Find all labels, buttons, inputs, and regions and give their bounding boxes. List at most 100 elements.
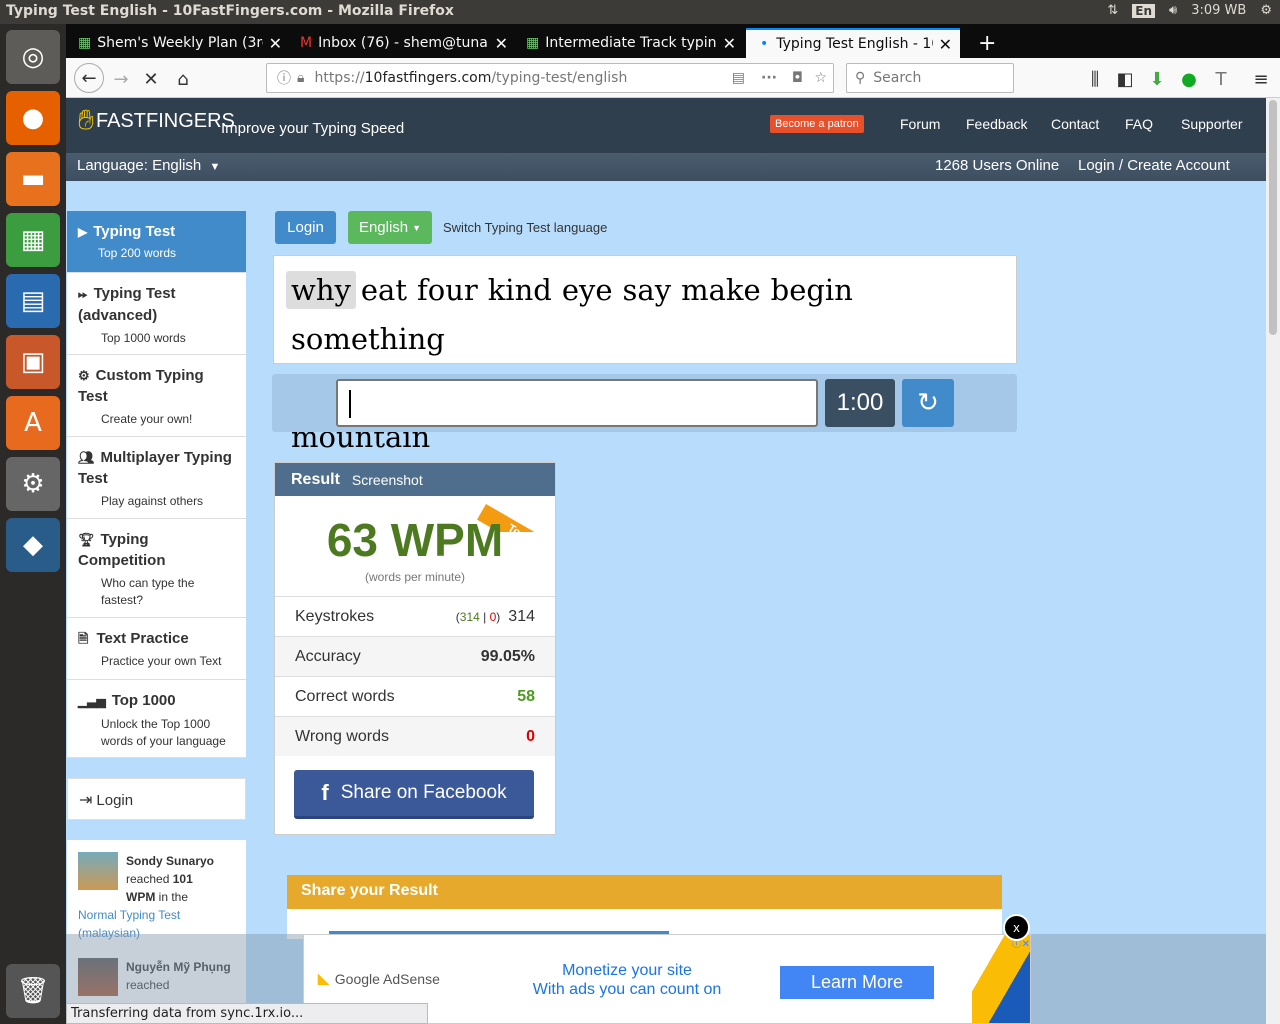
close-tab-icon[interactable]: ✕ [723, 34, 736, 53]
page-actions-icon[interactable]: ··· [761, 70, 777, 86]
firefox-icon[interactable]: ● [6, 91, 60, 145]
learn-more-button[interactable]: Learn More [780, 966, 934, 999]
word: begin [770, 273, 853, 307]
language-select[interactable]: Language: English ▼ [77, 157, 220, 174]
word: say [622, 273, 672, 307]
bookmark-star-icon[interactable]: ☆ [814, 70, 827, 86]
network-icon[interactable]: ⇅ [1107, 3, 1118, 18]
sidebar-login[interactable]: ⇥ Login [67, 778, 246, 820]
close-tab-icon[interactable]: ✕ [939, 35, 952, 54]
sheets-icon: ▦ [78, 35, 92, 51]
nav-faq[interactable]: FAQ [1125, 116, 1153, 132]
result-tab[interactable]: Result [291, 471, 340, 489]
trash-icon[interactable]: 🗑︎ [6, 964, 60, 1018]
stop-icon[interactable]: ✕ [138, 66, 164, 92]
system-settings-icon[interactable]: ⚙ [6, 457, 60, 511]
back-icon[interactable]: ← [74, 63, 104, 93]
pocket-icon[interactable]: ◘ [792, 70, 803, 86]
url-bar[interactable]: ⓘ 🔒︎ https://10fastfingers.com/typing-te… [266, 63, 834, 93]
workspaces-icon[interactable]: ◆ [6, 518, 60, 572]
word-display: whyeatfourkindeyesaymakebeginsomethingco… [273, 255, 1017, 454]
share-facebook-button[interactable]: f Share on Facebook [294, 770, 534, 819]
trophy-icon: 🏆︎ [78, 532, 95, 547]
result-header: Result Screenshot [275, 463, 555, 496]
system-top-bar: Typing Test English - 10FastFingers.com … [0, 0, 1280, 24]
sidebar-item-typing-test-advanced[interactable]: ⏩︎ Typing Test (advanced) Top 1000 words [67, 273, 246, 355]
sub-header: Language: English ▼ 1268 Users Online Lo… [66, 153, 1266, 181]
download-icon[interactable]: ⬇ [1144, 66, 1170, 92]
tab-intermediate-track[interactable]: ▦ Intermediate Track typin ✕ [518, 28, 744, 58]
become-patron-button[interactable]: Become a patron [770, 115, 864, 133]
home-icon[interactable]: ⌂ [170, 66, 196, 92]
close-ad-button[interactable]: x [1003, 914, 1030, 941]
tab-weekly-plan[interactable]: ▦ Shem's Weekly Plan (3rd ✕ [70, 28, 290, 58]
ubuntu-dash-icon[interactable]: ◎ [6, 30, 60, 84]
nav-forum[interactable]: Forum [900, 116, 940, 132]
login-link[interactable]: Login [1078, 157, 1115, 174]
chevron-down-icon: ▼ [209, 161, 221, 173]
create-account-link[interactable]: Create Account [1127, 157, 1230, 174]
settings-gear-icon[interactable]: ⚙ [1260, 3, 1272, 18]
word: four [417, 273, 478, 307]
sidebar-item-multiplayer[interactable]: 👥︎ Multiplayer Typing Test Play against o… [67, 437, 246, 519]
avatar[interactable] [78, 852, 118, 890]
reader-view-icon[interactable]: ▤ [732, 70, 745, 86]
play-icon: ▶ [78, 225, 88, 239]
sidebar-icon[interactable]: ◧ [1112, 66, 1138, 92]
page-scrollbar[interactable] [1266, 98, 1280, 1024]
forward-icon[interactable]: → [108, 66, 134, 92]
users-online: 1268 Users Online [935, 157, 1060, 174]
sidebar-item-typing-test[interactable]: ▶ Typing Test Top 200 words [67, 211, 246, 273]
writer-icon[interactable]: ▤ [6, 274, 60, 328]
software-center-icon[interactable]: A [6, 396, 60, 450]
clock[interactable]: 3:09 WB [1191, 3, 1246, 18]
impress-icon[interactable]: ▣ [6, 335, 60, 389]
sidebar-item-top-1000[interactable]: ▁▃▅ Top 1000 Unlock the Top 1000 words of… [67, 680, 246, 758]
grammarly-icon[interactable]: ● [1176, 66, 1202, 92]
wpm-caption: (words per minute) [364, 570, 466, 584]
wrong-words-row: Wrong words 0 [275, 716, 555, 756]
close-tab-icon[interactable]: ✕ [495, 34, 508, 53]
sheets-icon: ▦ [526, 35, 540, 51]
nav-supporter[interactable]: Supporter [1181, 116, 1242, 132]
screenshot-tab[interactable]: Screenshot [352, 472, 423, 488]
gears-icon: ⚙ [78, 368, 90, 383]
translate-icon[interactable]: T [1208, 66, 1234, 92]
close-tab-icon[interactable]: ✕ [269, 34, 282, 53]
switch-language-text[interactable]: Switch Typing Test language [443, 220, 607, 235]
login-button[interactable]: Login [275, 211, 336, 244]
typing-input[interactable] [336, 379, 818, 427]
caret-down-icon: ▼ [412, 222, 422, 233]
nav-feedback[interactable]: Feedback [966, 116, 1027, 132]
search-bar[interactable]: ⚲ Search [846, 63, 1014, 93]
library-icon[interactable]: ⫼ [1082, 66, 1108, 92]
refresh-icon[interactable]: ↻ [902, 379, 954, 427]
ad-copy: Monetize your site With ads you can coun… [532, 962, 722, 998]
info-icon[interactable]: ⓘ [277, 68, 291, 88]
word: something [291, 322, 445, 356]
language-dropdown[interactable]: English ▼ [348, 211, 432, 244]
current-word: why [286, 271, 356, 309]
tab-typing-test[interactable]: • Typing Test English - 10Fa ✕ [746, 28, 960, 58]
word: eye [561, 273, 613, 307]
lock-icon: 🔒︎ [297, 70, 305, 86]
loading-dot-icon: • [760, 36, 769, 52]
sidebar-item-competition[interactable]: 🏆︎ Typing Competition Who can type the fa… [67, 519, 246, 618]
result-panel: Result Screenshot Top 20 % 63 WPM (words… [274, 462, 556, 835]
menu-icon[interactable]: ≡ [1248, 66, 1274, 92]
site-logo[interactable]: ✋︎ FASTFINGERS [78, 104, 235, 137]
sidebar-item-custom-typing-test[interactable]: ⚙ Custom Typing Test Create your own! [67, 355, 246, 437]
share-result-header: Share your Result [287, 875, 1002, 909]
files-icon[interactable]: ▬ [6, 152, 60, 206]
window-title: Typing Test English - 10FastFingers.com … [6, 3, 454, 19]
new-tab-icon[interactable]: + [970, 28, 1000, 58]
scrollbar-thumb[interactable] [1269, 100, 1277, 335]
volume-icon[interactable]: 🔊︎ [1169, 3, 1177, 18]
calc-icon[interactable]: ▦ [6, 213, 60, 267]
keyboard-layout[interactable]: En [1132, 3, 1156, 18]
timer: 1:00 [825, 379, 895, 427]
tab-inbox[interactable]: M Inbox (76) - shem@tunap ✕ [292, 28, 516, 58]
feed-user-name[interactable]: Sondy Sunaryo [126, 852, 214, 870]
nav-contact[interactable]: Contact [1051, 116, 1099, 132]
sidebar-item-text-practice[interactable]: 🗎 Text Practice Practice your own Text [67, 618, 246, 680]
